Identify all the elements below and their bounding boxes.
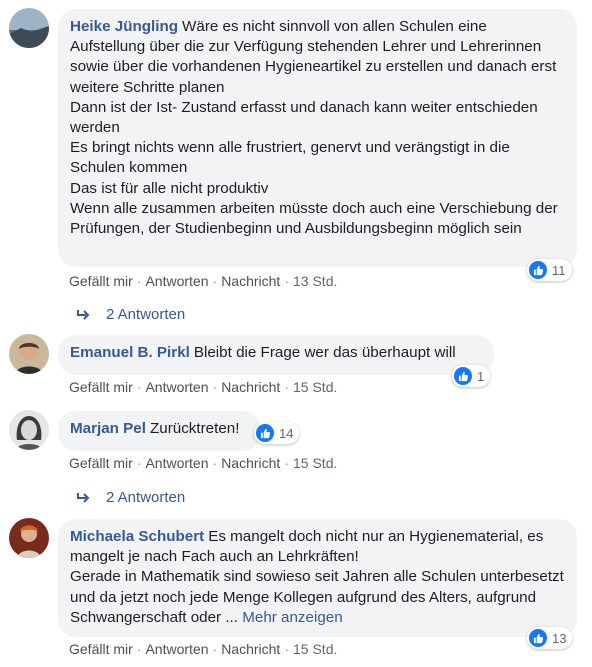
comment-bubble: Marjan Pel Zurücktreten!: [58, 411, 261, 451]
comment-author[interactable]: Marjan Pel: [70, 420, 146, 437]
like-icon: [529, 261, 547, 279]
message-link[interactable]: Nachricht: [221, 641, 280, 657]
message-link[interactable]: Nachricht: [221, 379, 280, 395]
replies-label: 2 Antworten: [106, 489, 186, 506]
reply-arrow-icon: [77, 309, 90, 320]
reaction-number: 13: [552, 630, 567, 646]
timestamp[interactable]: 15 Std.: [293, 455, 337, 471]
timestamp[interactable]: 13 Std.: [293, 273, 337, 289]
comment-author[interactable]: Heike Jüngling: [70, 18, 178, 35]
reply-arrow-icon: [77, 492, 90, 503]
like-icon: [256, 424, 274, 442]
timestamp[interactable]: 15 Std.: [293, 641, 337, 657]
comment-text: Wäre es nicht sinnvoll von allen Schulen…: [70, 18, 558, 238]
like-link[interactable]: Gefällt mir: [69, 641, 133, 657]
replies-label: 2 Antworten: [106, 306, 186, 323]
reaction-number: 1: [477, 368, 485, 384]
reaction-count[interactable]: 14: [254, 422, 300, 444]
see-more-link[interactable]: Mehr anzeigen: [242, 609, 342, 626]
view-replies-button[interactable]: 2 Antworten: [76, 306, 185, 323]
avatar[interactable]: [9, 334, 49, 374]
message-link[interactable]: Nachricht: [221, 455, 280, 471]
comment-bubble: Heike Jüngling Wäre es nicht sinnvoll von…: [58, 9, 577, 267]
like-link[interactable]: Gefällt mir: [69, 455, 133, 471]
message-link[interactable]: Nachricht: [221, 273, 280, 289]
reply-link[interactable]: Antworten: [145, 455, 208, 471]
comment-actions: Gefällt mir · Antworten · Nachricht · 15 Std.: [69, 379, 338, 395]
avatar[interactable]: [9, 518, 49, 558]
reaction-number: 11: [552, 262, 566, 278]
comment-bubble: Emanuel B. Pirkl Bleibt die Frage wer das…: [58, 335, 494, 375]
like-link[interactable]: Gefällt mir: [69, 273, 133, 289]
reaction-count[interactable]: 1: [452, 365, 491, 387]
avatar[interactable]: [9, 410, 49, 450]
reaction-number: 14: [279, 425, 294, 441]
timestamp[interactable]: 15 Std.: [293, 379, 337, 395]
comment-bubble: Michaela Schubert Es mangelt doch nicht n…: [58, 519, 577, 637]
avatar[interactable]: [9, 8, 49, 48]
view-replies-button[interactable]: 2 Antworten: [76, 489, 185, 506]
like-link[interactable]: Gefällt mir: [69, 379, 133, 395]
comment-actions: Gefällt mir · Antworten · Nachricht · 15 Std.: [69, 455, 338, 471]
like-icon: [454, 367, 472, 385]
comment-text: Bleibt die Frage wer das überhaupt will: [193, 344, 456, 361]
comment-actions: Gefällt mir · Antworten · Nachricht · 13 Std.: [69, 273, 338, 289]
comment-actions: Gefällt mir · Antworten · Nachricht · 15 Std.: [69, 641, 338, 657]
reaction-count[interactable]: 11: [527, 259, 572, 281]
reply-link[interactable]: Antworten: [145, 273, 208, 289]
reply-link[interactable]: Antworten: [145, 641, 208, 657]
comment-author[interactable]: Michaela Schubert: [70, 528, 204, 545]
reply-link[interactable]: Antworten: [145, 379, 208, 395]
reaction-count[interactable]: 13: [527, 627, 573, 649]
like-icon: [529, 629, 547, 647]
comment-author[interactable]: Emanuel B. Pirkl: [70, 344, 190, 361]
comment-text: Zurücktreten!: [149, 420, 240, 437]
